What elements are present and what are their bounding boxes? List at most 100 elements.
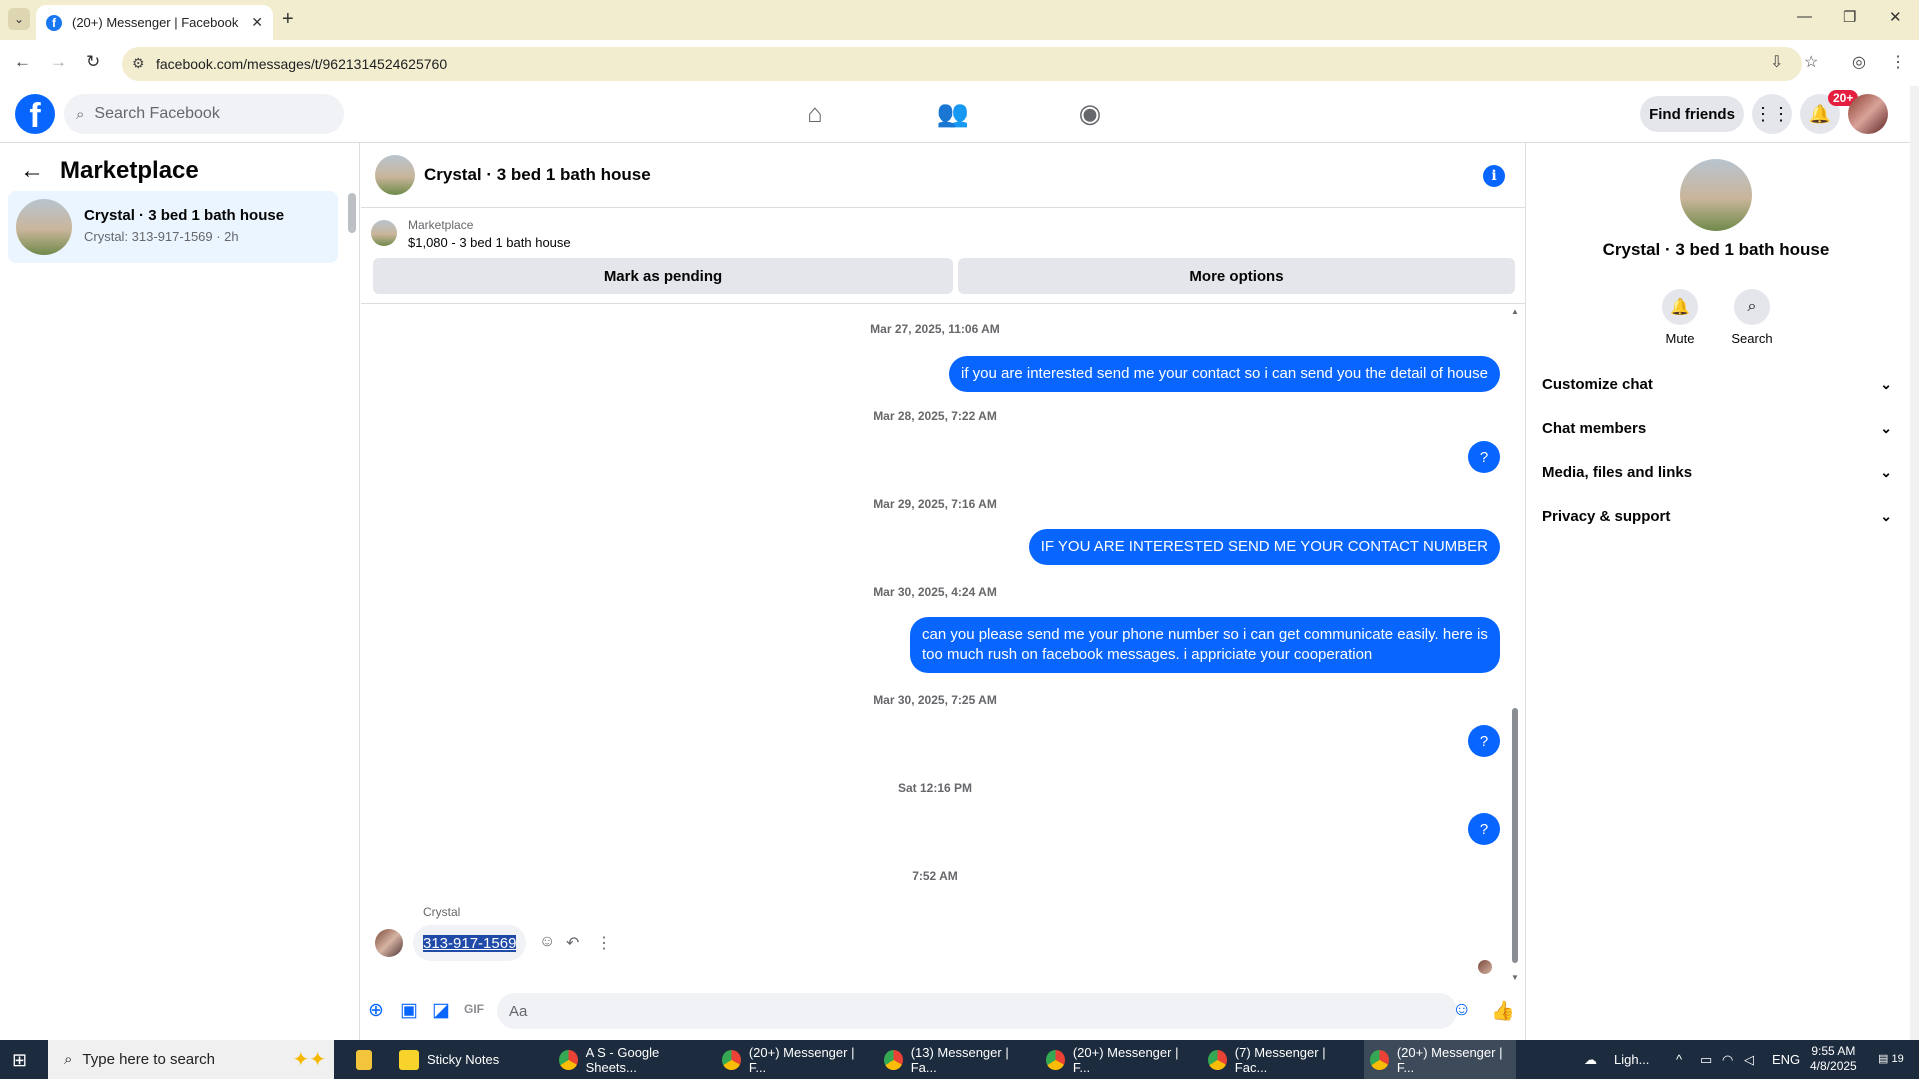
left-scrollbar[interactable] [348,193,356,233]
bookmark-star-icon[interactable]: ☆ [1804,52,1818,72]
taskbar-app-chrome[interactable]: A S - Google Sheets... [553,1040,705,1079]
react-emoji-icon[interactable]: ☺ [539,933,555,951]
reply-icon[interactable]: ↶ [566,933,579,953]
outgoing-message[interactable]: can you please send me your phone number… [910,617,1500,673]
taskbar-app-chrome[interactable]: (13) Messenger | Fa... [878,1040,1030,1079]
mute-button[interactable]: 🔔 Mute [1650,289,1710,346]
url-field[interactable]: ⚙ facebook.com/messages/t/96213145246257… [122,47,1802,81]
taskbar-search-input[interactable]: ⌕ Type here to search ✦✦ [48,1040,334,1079]
message-thread: Mar 27, 2025, 11:06 AM if you are intere… [361,305,1525,985]
file-explorer-icon[interactable] [350,1040,380,1079]
menu-grid-icon[interactable]: ⋮⋮ [1752,94,1792,134]
chat-details-panel: Crystal · 3 bed 1 bath house 🔔 Mute ⌕ Se… [1525,143,1910,1040]
incoming-message[interactable]: 313-917-1569 [413,925,527,961]
wifi-icon[interactable]: ◠ [1722,1052,1733,1068]
plus-icon[interactable]: ⊕ [368,999,384,1022]
profile-icon[interactable]: ◎ [1852,52,1866,72]
weather-icon[interactable]: ☁ [1584,1052,1597,1068]
outgoing-message[interactable]: ? [1468,441,1500,473]
chat-title[interactable]: Crystal · 3 bed 1 bath house [424,165,651,185]
home-icon[interactable]: ⌂ [798,98,832,129]
scroll-up-icon[interactable]: ▲ [1511,307,1519,316]
like-icon[interactable]: 👍 [1491,999,1515,1023]
gif-icon[interactable]: GIF [464,1002,484,1016]
back-icon[interactable]: ← [14,52,31,72]
photo-icon[interactable]: ▣ [400,999,418,1022]
conversation-preview: Crystal: 313-917-1569 · 2h [84,229,239,244]
outgoing-message[interactable]: ? [1468,725,1500,757]
install-app-icon[interactable]: ⇩ [1770,52,1783,72]
taskbar-app-chrome-active[interactable]: (20+) Messenger | F... [1364,1040,1516,1079]
chrome-menu-icon[interactable]: ⋮ [1890,52,1906,72]
notification-center-icon[interactable]: ▤ 19 [1878,1052,1904,1065]
row-label: Customize chat [1542,375,1653,393]
close-window-icon[interactable]: ✕ [1889,8,1902,26]
marketplace-listing-bar: Marketplace $1,080 - 3 bed 1 bath house … [361,208,1525,304]
url-text: facebook.com/messages/t/9621314524625760 [156,56,448,72]
chat-thumbnail[interactable] [375,155,415,195]
facebook-logo[interactable]: f [15,94,55,134]
left-panel-title: ← Marketplace [20,157,199,185]
taskbar-app-chrome[interactable]: (7) Messenger | Fac... [1202,1040,1354,1079]
conversation-item[interactable]: Crystal · 3 bed 1 bath house Crystal: 31… [8,191,338,263]
reload-icon[interactable]: ↻ [86,52,100,72]
minimize-icon[interactable]: — [1797,8,1812,25]
windows-start-icon[interactable]: ⊞ [12,1050,27,1071]
tab-close-icon[interactable]: ✕ [251,14,263,31]
listing-large-thumbnail[interactable] [1680,159,1752,231]
taskbar-app-chrome[interactable]: (20+) Messenger | F... [716,1040,868,1079]
mark-as-pending-button[interactable]: Mark as pending [373,258,953,294]
media-files-links-row[interactable]: Media, files and links ⌄ [1542,454,1892,490]
info-icon[interactable]: i [1483,165,1505,187]
search-icon: ⌕ [76,105,85,123]
volume-icon[interactable]: ◁ [1744,1052,1754,1068]
find-friends-button[interactable]: Find friends [1640,96,1744,132]
site-info-icon[interactable]: ⚙ [132,55,145,72]
address-bar-row: ← → ↻ ⚙ facebook.com/messages/t/96213145… [0,40,1919,86]
listing-price-title[interactable]: $1,080 - 3 bed 1 bath house [408,235,571,250]
scrollbar-thumb[interactable] [1512,708,1518,963]
seen-avatar [1478,960,1492,974]
facebook-search-input[interactable]: ⌕ Search Facebook [64,94,344,134]
timestamp: Mar 29, 2025, 7:16 AM [873,497,997,511]
language-indicator[interactable]: ENG [1772,1052,1800,1067]
privacy-support-row[interactable]: Privacy & support ⌄ [1542,498,1892,534]
chat-members-row[interactable]: Chat members ⌄ [1542,410,1892,446]
clock[interactable]: 9:55 AM 4/8/2025 [1810,1044,1857,1074]
back-arrow-icon[interactable]: ← [20,157,44,185]
sender-avatar[interactable] [375,929,403,957]
search-in-chat-button[interactable]: ⌕ Search [1722,289,1782,346]
customize-chat-row[interactable]: Customize chat ⌄ [1542,366,1892,402]
chat-header: Crystal · 3 bed 1 bath house i [361,143,1525,208]
restore-icon[interactable]: ❐ [1843,8,1856,26]
groups-icon[interactable]: ◉ [1073,98,1107,129]
new-tab-button[interactable]: + [282,8,294,31]
listing-thumbnail [16,199,72,255]
sticker-icon[interactable]: ◪ [432,999,450,1022]
phone-number-text[interactable]: 313-917-1569 [423,934,517,952]
message-input[interactable]: Aa [497,993,1457,1029]
friends-icon[interactable]: 👥 [936,98,970,129]
details-title: Crystal · 3 bed 1 bath house [1602,240,1830,259]
chrome-icon [1208,1049,1227,1070]
scroll-down-icon[interactable]: ▼ [1511,973,1519,982]
outgoing-message[interactable]: IF YOU ARE INTERESTED SEND ME YOUR CONTA… [1028,529,1500,565]
chevron-down-icon: ⌄ [1880,419,1892,436]
tray-expand-icon[interactable]: ^ [1676,1052,1682,1067]
taskbar-app-sticky-notes[interactable]: Sticky Notes [393,1040,543,1079]
facebook-favicon-icon: f [46,14,62,31]
page-scrollbar[interactable] [1910,86,1919,1040]
weather-text[interactable]: Ligh... [1614,1052,1649,1067]
more-actions-icon[interactable]: ⋮ [596,933,612,953]
outgoing-message[interactable]: ? [1468,813,1500,845]
thread-scrollbar[interactable]: ▲ ▼ [1511,305,1519,985]
more-options-button[interactable]: More options [958,258,1515,294]
taskbar-app-chrome[interactable]: (20+) Messenger | F... [1040,1040,1192,1079]
outgoing-message[interactable]: if you are interested send me your conta… [949,356,1500,392]
forward-icon[interactable]: → [50,52,67,72]
account-avatar[interactable] [1848,94,1888,134]
meet-icon[interactable]: ▭ [1700,1052,1712,1068]
tab-search-dropdown[interactable]: ⌄ [8,8,30,30]
browser-tab-active[interactable]: f (20+) Messenger | Facebook ✕ [36,5,273,40]
emoji-icon[interactable]: ☺ [1452,999,1471,1021]
